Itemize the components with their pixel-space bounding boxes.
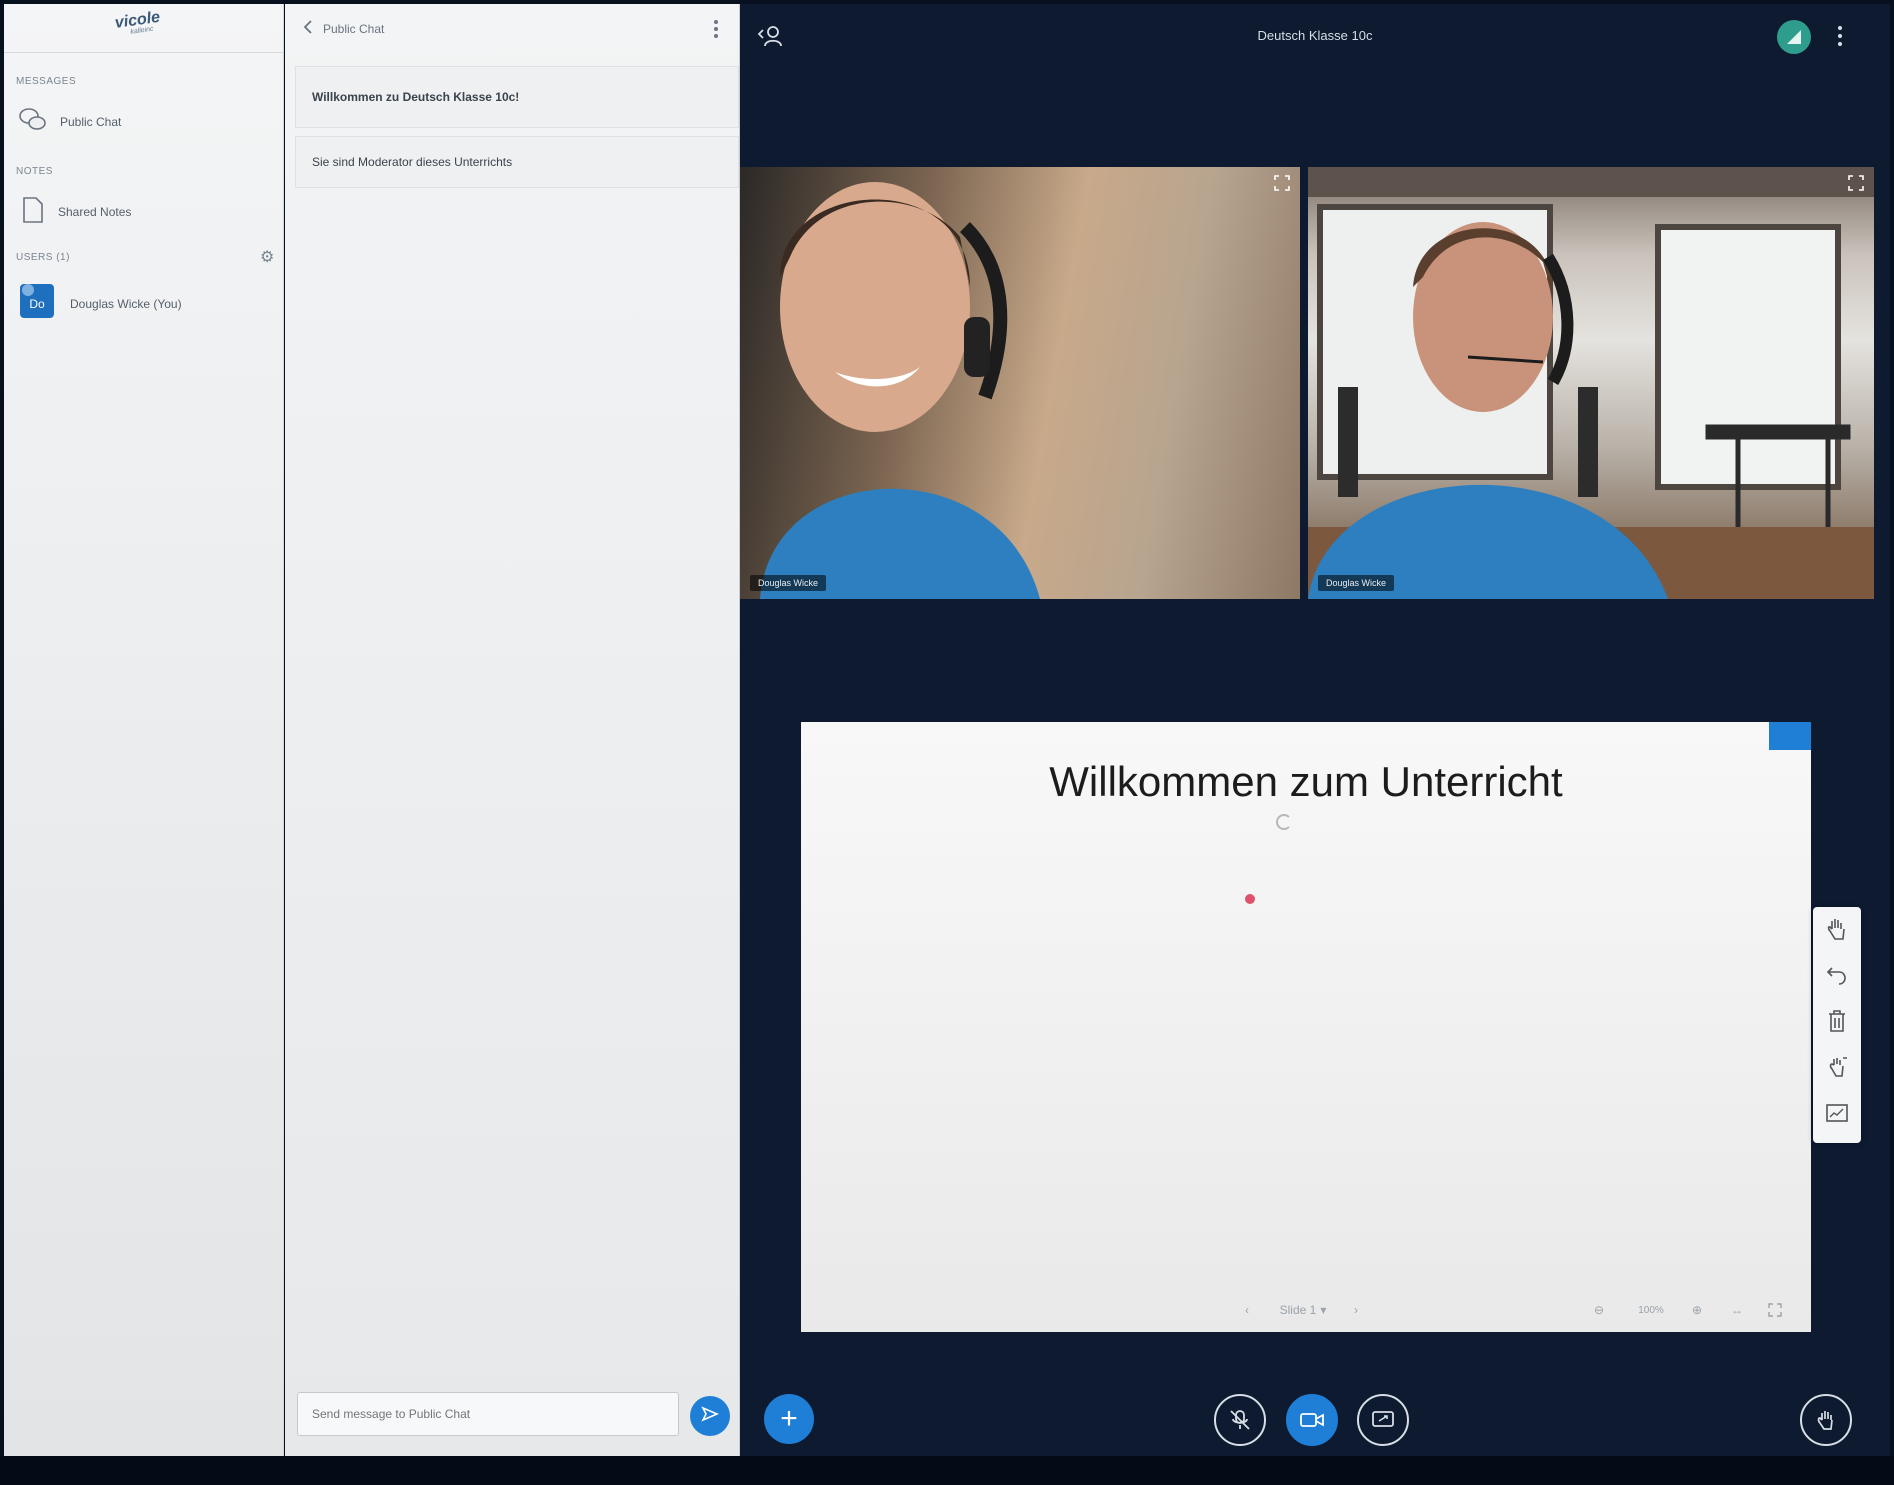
webcam-video[interactable]: Douglas Wicke (740, 167, 1300, 599)
hand-tool-icon[interactable] (1823, 915, 1851, 943)
options-icon[interactable] (1837, 26, 1843, 46)
user-list-item[interactable]: Do Douglas Wicke (You) (18, 282, 268, 327)
camera-icon[interactable] (1286, 1394, 1338, 1446)
slide-select-label: Slide 1 (1279, 1303, 1317, 1317)
chat-message-input[interactable] (297, 1392, 679, 1436)
chevron-down-icon: ▾ (1320, 1303, 1327, 1317)
footer-bar (0, 1456, 1894, 1485)
slide-title: Willkommen zum Unterricht (1049, 758, 1563, 805)
fit-width-icon[interactable]: ↔ (1727, 1300, 1747, 1320)
chat-options-icon[interactable] (713, 20, 719, 38)
messages-section-label: MESSAGES (16, 76, 77, 87)
gear-icon[interactable]: ⚙ (260, 250, 276, 266)
app-root: vicole kalleinc MESSAGES Public Chat NOT… (0, 0, 1894, 1485)
avatar: Do (18, 282, 58, 327)
raise-hand-icon[interactable] (1800, 1394, 1852, 1446)
actions-button[interactable]: + (764, 1394, 814, 1444)
sidebar-item-label: Public Chat (60, 115, 122, 129)
send-icon (701, 1405, 720, 1427)
slide-select[interactable]: Slide 1 ▾ (1268, 1300, 1338, 1320)
divider (4, 52, 283, 53)
svg-text:Do: Do (29, 297, 45, 311)
multi-user-icon[interactable] (1823, 1053, 1851, 1081)
microphone-off-icon[interactable] (1214, 1394, 1266, 1446)
previous-slide-button[interactable]: ‹ (1237, 1300, 1257, 1320)
whiteboard-toolbar (1813, 907, 1861, 1143)
sidebar-item-shared-notes[interactable]: Shared Notes (18, 192, 268, 232)
webcam-image (760, 182, 1040, 599)
chat-header: Public Chat (285, 4, 739, 54)
user-name: Douglas Wicke (You) (70, 297, 182, 311)
chat-message: Willkommen zu Deutsch Klasse 10c! (295, 66, 739, 128)
chevron-left-icon[interactable] (303, 19, 313, 39)
trash-icon[interactable] (1823, 1007, 1851, 1035)
next-slide-button[interactable]: › (1346, 1300, 1366, 1320)
loading-icon (1276, 814, 1292, 830)
zoom-level[interactable]: 100% (1631, 1300, 1671, 1320)
fullscreen-icon[interactable] (1765, 1300, 1785, 1320)
sidebar-item-public-chat[interactable]: Public Chat (18, 102, 268, 142)
app-logo: vicole kalleinc (114, 5, 188, 50)
zoom-in-icon[interactable]: ⊕ (1687, 1300, 1707, 1320)
presentation-options-button[interactable] (1769, 722, 1811, 750)
zoom-out-icon[interactable]: ⊖ (1589, 1300, 1609, 1320)
undo-icon[interactable] (1823, 961, 1851, 989)
expand-icon[interactable] (1274, 175, 1290, 191)
sidebar-item-label: Shared Notes (58, 205, 132, 219)
meeting-title: Deutsch Klasse 10c (1257, 28, 1373, 43)
users-section-label: USERS (1) (16, 252, 70, 263)
presentation-toolbar: ‹ Slide 1 ▾ › ⊖ 100% ⊕ ↔ (801, 1288, 1811, 1332)
chat-panel: Public Chat Willkommen zu Deutsch Klasse… (285, 4, 740, 1456)
presentation-area[interactable]: Willkommen zum Unterricht ‹ Slide 1 ▾ › … (801, 722, 1811, 1332)
webcam-video[interactable]: Douglas Wicke (1308, 167, 1874, 599)
presenter-cursor (1245, 894, 1255, 904)
chat-message: Sie sind Moderator dieses Unterrichts (295, 136, 739, 188)
video-user-name: Douglas Wicke (1318, 575, 1395, 591)
whiteboard-icon[interactable] (1823, 1099, 1851, 1127)
send-button[interactable] (690, 1396, 730, 1436)
expand-icon[interactable] (1848, 175, 1864, 191)
chat-icon (18, 106, 48, 139)
chat-title[interactable]: Public Chat (323, 22, 384, 36)
connection-status-icon[interactable] (1777, 20, 1811, 54)
top-navbar: Deutsch Klasse 10c (740, 4, 1890, 70)
user-list-panel: vicole kalleinc MESSAGES Public Chat NOT… (4, 4, 284, 1456)
video-user-name: Douglas Wicke (750, 575, 827, 591)
notes-section-label: NOTES (16, 166, 53, 177)
main-area: Deutsch Klasse 10c Douglas Wicke Douglas… (740, 4, 1890, 1456)
webcam-image (1308, 167, 1874, 599)
notes-icon (18, 194, 46, 231)
screen-share-icon[interactable] (1357, 1394, 1409, 1446)
